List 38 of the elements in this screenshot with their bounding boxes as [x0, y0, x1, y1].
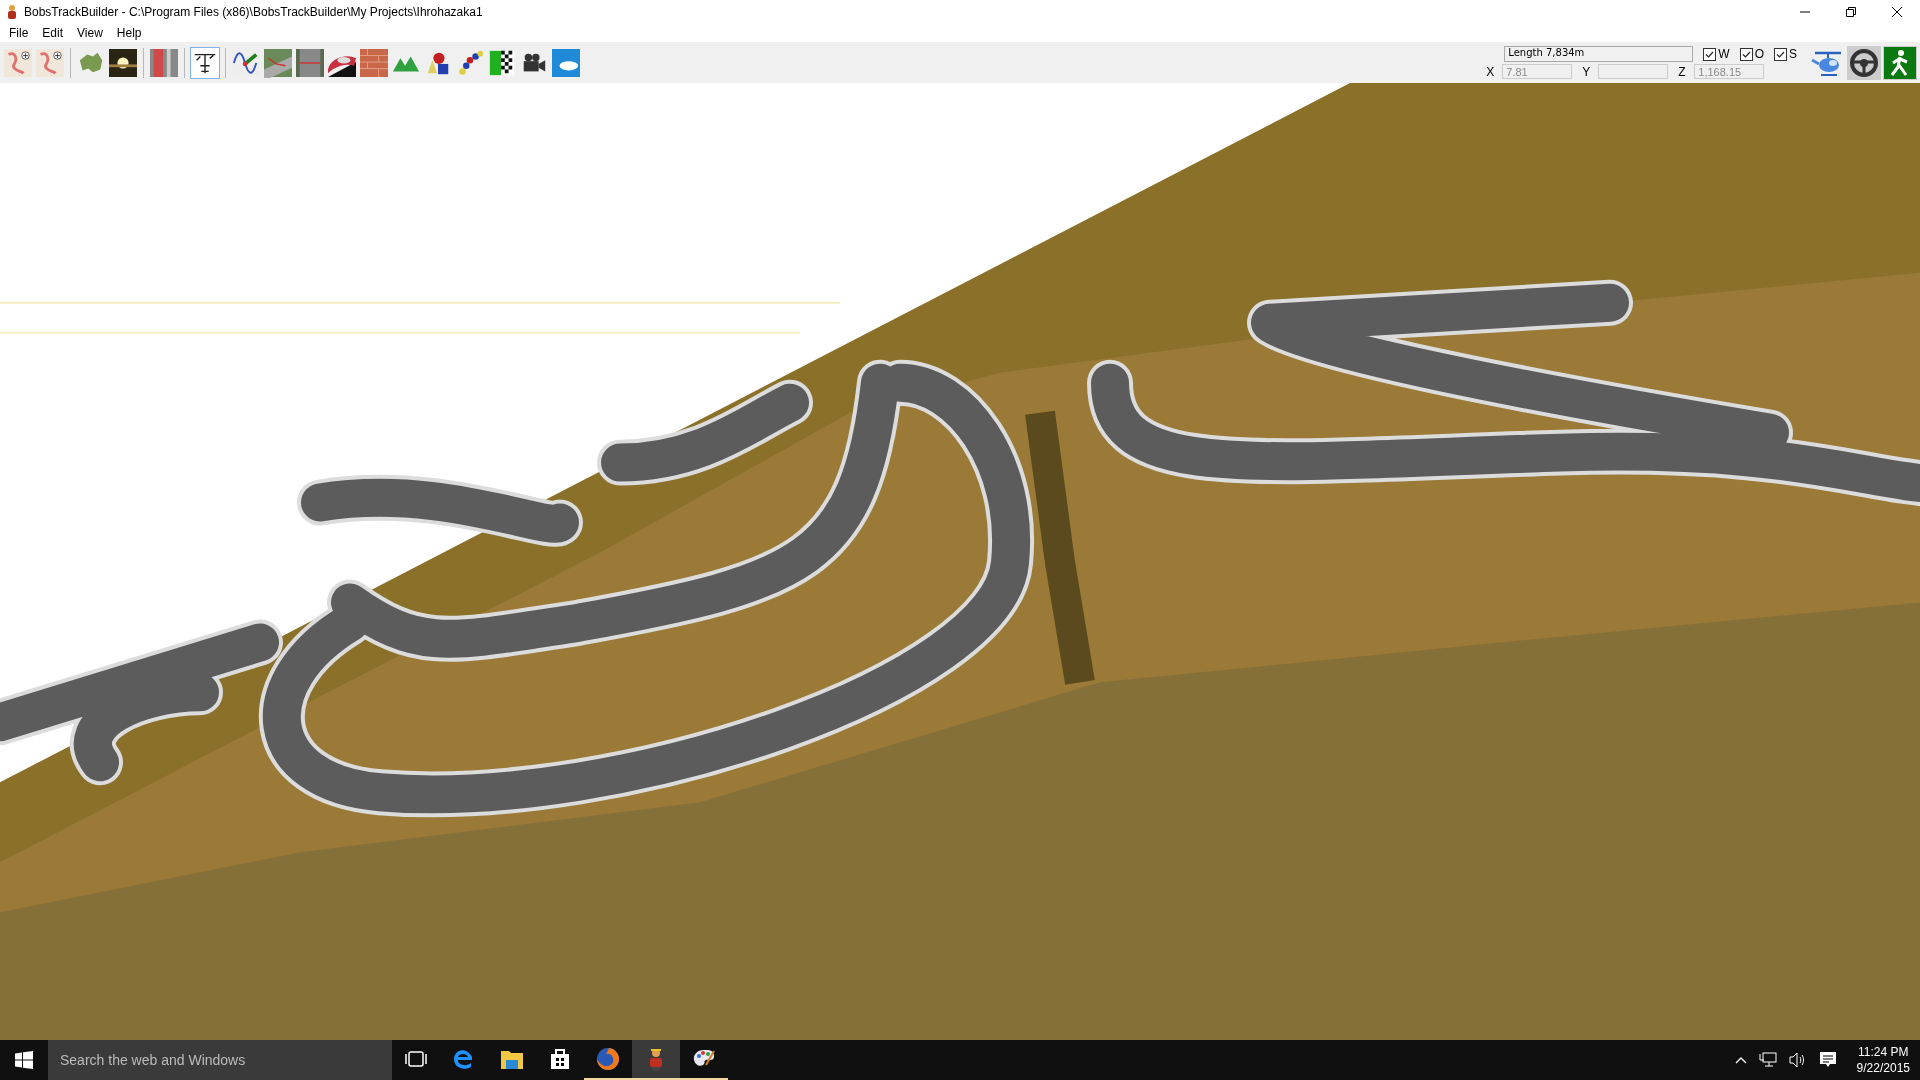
- wall-strip-icon: [150, 47, 178, 78]
- search-field[interactable]: Search the web and Windows: [48, 1040, 392, 1080]
- track-add-icon: [4, 47, 32, 78]
- menu-item[interactable]: Edit: [35, 26, 71, 40]
- y-label: Y: [1582, 64, 1592, 79]
- track-add-icon: [36, 47, 64, 78]
- notification-icon[interactable]: [1818, 1051, 1837, 1069]
- network-icon[interactable]: [1758, 1052, 1777, 1068]
- y-field[interactable]: [1598, 64, 1669, 79]
- length-readout: Length 7,834m: [1504, 46, 1694, 62]
- shopping-bag-icon: [549, 1048, 571, 1070]
- menu-item[interactable]: View: [70, 26, 110, 40]
- walk-view-button[interactable]: [1883, 45, 1917, 80]
- menu-item[interactable]: Help: [109, 26, 149, 40]
- toolbar-button[interactable]: [108, 46, 138, 79]
- speaker-icon[interactable]: [1788, 1052, 1807, 1068]
- folder-icon: [500, 1048, 524, 1070]
- fox-globe-icon: [596, 1047, 620, 1071]
- app-icon: [6, 4, 18, 20]
- sun-icon: [109, 47, 137, 78]
- steering-wheel-icon: [1849, 47, 1879, 78]
- road-points-icon: [264, 47, 292, 78]
- window-title: BobsTrackBuilder - C:\Program Files (x86)\BobsTrackBuilder\My Projects\Ihrohazaka1: [24, 5, 484, 19]
- menu-item[interactable]: File: [2, 26, 36, 40]
- clock-time[interactable]: 11:24 PM: [1858, 1044, 1909, 1060]
- close-icon: [1892, 7, 1902, 17]
- windows-logo-icon: [15, 1051, 33, 1069]
- clock-date[interactable]: 9/22/2015: [1856, 1060, 1910, 1076]
- x-label: X: [1486, 64, 1496, 79]
- brick-wall-icon: [360, 47, 388, 78]
- z-label: Z: [1678, 64, 1687, 79]
- taskbar-app-button[interactable]: [632, 1040, 680, 1080]
- steering-view-button[interactable]: [1847, 45, 1881, 80]
- road-line-icon: [296, 47, 324, 78]
- task-view-icon: [405, 1048, 427, 1070]
- sky-icon: [552, 47, 580, 78]
- chevron-up-icon[interactable]: [1734, 1056, 1747, 1064]
- restore-icon: [1846, 7, 1856, 17]
